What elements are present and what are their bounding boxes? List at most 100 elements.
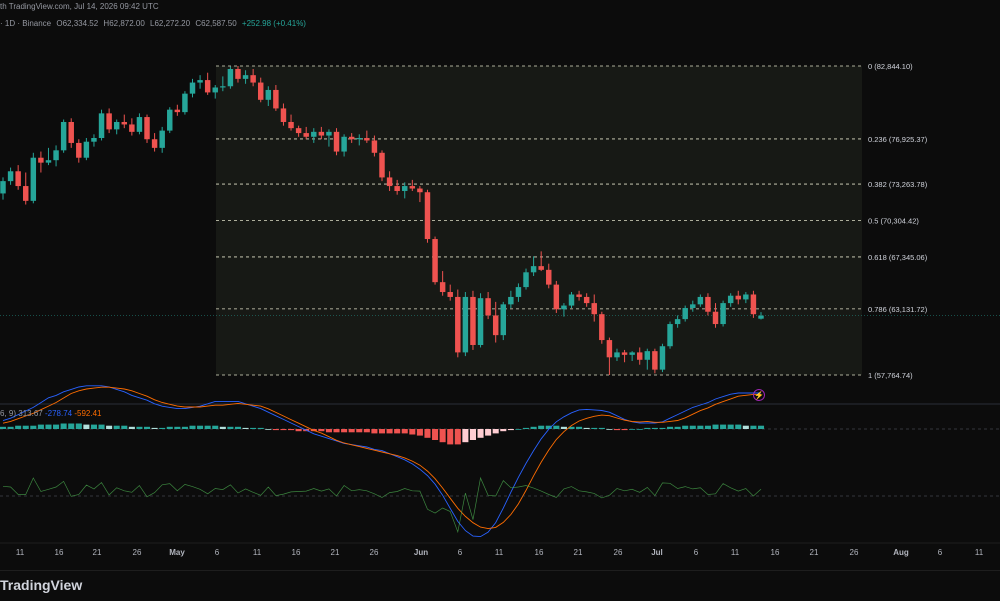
macd-hist-bar bbox=[515, 429, 522, 430]
macd-hist-bar bbox=[98, 424, 105, 429]
macd-hist-bar bbox=[674, 426, 681, 429]
macd-hist-bar bbox=[424, 429, 431, 438]
candle-body bbox=[151, 139, 158, 148]
macd-hist-bar bbox=[757, 425, 765, 429]
candle-body bbox=[303, 133, 309, 137]
interval-label: · 1D · Binance bbox=[0, 19, 52, 28]
candle-body bbox=[447, 292, 453, 297]
candle-body bbox=[462, 296, 469, 353]
macd-hist-bar bbox=[159, 427, 166, 429]
macd-hist-bar bbox=[659, 427, 666, 429]
candle-body bbox=[758, 315, 764, 319]
macd-hist-bar bbox=[272, 429, 279, 431]
price-chart[interactable]: 0 (82,844.10) 0.236 (76,925.37) 0.382 (73,… bbox=[0, 0, 1000, 600]
x-axis-tick-label: 26 bbox=[133, 548, 142, 557]
candle-body bbox=[621, 352, 628, 355]
macd-hist-bar bbox=[401, 429, 408, 434]
x-axis-tick-label: 21 bbox=[93, 548, 102, 557]
macd-hist-bar bbox=[37, 424, 44, 429]
candle-body bbox=[614, 352, 620, 358]
macd-hist-bar bbox=[356, 429, 363, 433]
flash-icon[interactable]: ⚡ bbox=[753, 389, 765, 401]
close-value: C62,587.50 bbox=[195, 19, 237, 28]
candle-body bbox=[439, 282, 446, 293]
candle-body bbox=[30, 157, 37, 201]
macd-line-value: -278.74 bbox=[44, 409, 73, 418]
candle-body bbox=[727, 295, 734, 304]
macd-hist-bar bbox=[106, 425, 113, 429]
macd-hist-bar bbox=[113, 425, 120, 429]
x-axis-tick-label: Jul bbox=[651, 548, 663, 557]
candle-body bbox=[371, 140, 378, 153]
macd-hist-bar bbox=[22, 425, 29, 429]
macd-hist-bar bbox=[288, 429, 295, 431]
macd-hist-bar bbox=[689, 425, 696, 429]
macd-hist-bar bbox=[727, 424, 734, 429]
macd-hist-bar bbox=[591, 427, 598, 429]
macd-hist-value: 313.67 bbox=[18, 409, 43, 418]
candle-body bbox=[455, 296, 461, 353]
candle-body bbox=[386, 177, 393, 187]
candle-body bbox=[492, 315, 499, 336]
candle-body bbox=[667, 324, 673, 347]
candle-body bbox=[500, 304, 507, 336]
macd-hist-bar bbox=[136, 426, 143, 429]
candle-body bbox=[485, 298, 491, 316]
fib-level-label: 1 (57,764.74) bbox=[868, 371, 913, 380]
macd-hist-bar bbox=[181, 426, 188, 429]
macd-hist-bar bbox=[90, 424, 97, 429]
macd-hist-bar bbox=[629, 429, 636, 430]
candle-body bbox=[682, 308, 688, 320]
candle-body bbox=[530, 266, 537, 273]
candle-body bbox=[23, 186, 29, 201]
macd-hist-bar bbox=[318, 429, 325, 432]
candle-body bbox=[113, 121, 120, 130]
candle-body bbox=[257, 82, 264, 100]
oscillator-line bbox=[2, 476, 762, 534]
candle-body bbox=[83, 141, 90, 158]
candle-body bbox=[212, 87, 218, 93]
macd-hist-bar bbox=[742, 425, 749, 429]
x-axis-tick-label: 26 bbox=[614, 548, 623, 557]
macd-hist-bar bbox=[560, 426, 567, 429]
brand-logo-text: TradingView bbox=[0, 577, 83, 593]
fib-level-label: 0.5 (70,304.42) bbox=[868, 217, 919, 226]
macd-hist-bar bbox=[735, 424, 742, 429]
macd-hist-bar bbox=[682, 425, 689, 429]
macd-hist-bar bbox=[333, 429, 340, 433]
candle-body bbox=[674, 319, 681, 325]
macd-hist-bar bbox=[60, 423, 67, 429]
macd-line bbox=[2, 385, 761, 538]
fib-level-label: 0.618 (67,345.06) bbox=[868, 253, 928, 262]
candle-body bbox=[364, 138, 370, 141]
candle-body bbox=[204, 80, 211, 93]
x-axis-tick-label: Jun bbox=[414, 548, 428, 557]
candle-body bbox=[470, 296, 476, 345]
candle-body bbox=[356, 138, 362, 140]
candle-body bbox=[60, 121, 67, 151]
macd-hist-bar bbox=[500, 429, 507, 432]
candle-body bbox=[280, 108, 287, 122]
x-axis-tick-label: 21 bbox=[331, 548, 340, 557]
macd-hist-bar bbox=[697, 425, 704, 429]
macd-legend: 6, 9) 313.67 -278.74 -592.41 bbox=[0, 409, 101, 418]
macd-hist-bar bbox=[386, 429, 393, 434]
macd-hist-bar bbox=[432, 429, 439, 440]
macd-hist-bar bbox=[530, 426, 537, 429]
macd-hist-bar bbox=[447, 429, 454, 445]
candle-body bbox=[743, 294, 749, 300]
macd-hist-bar bbox=[477, 429, 484, 438]
candle-body bbox=[432, 239, 438, 283]
macd-hist-bar bbox=[189, 425, 196, 429]
candle-body bbox=[409, 186, 416, 189]
candle-body bbox=[76, 142, 82, 158]
macd-hist-bar bbox=[712, 424, 719, 429]
candle-body bbox=[273, 89, 279, 109]
candle-body bbox=[629, 352, 635, 355]
macd-hist-bar bbox=[68, 423, 75, 429]
x-axis-tick-label: 6 bbox=[938, 548, 943, 557]
macd-hist-bar bbox=[409, 429, 416, 435]
candle-body bbox=[235, 69, 241, 79]
x-axis-tick-label: 11 bbox=[16, 548, 25, 557]
candle-body bbox=[197, 80, 203, 83]
